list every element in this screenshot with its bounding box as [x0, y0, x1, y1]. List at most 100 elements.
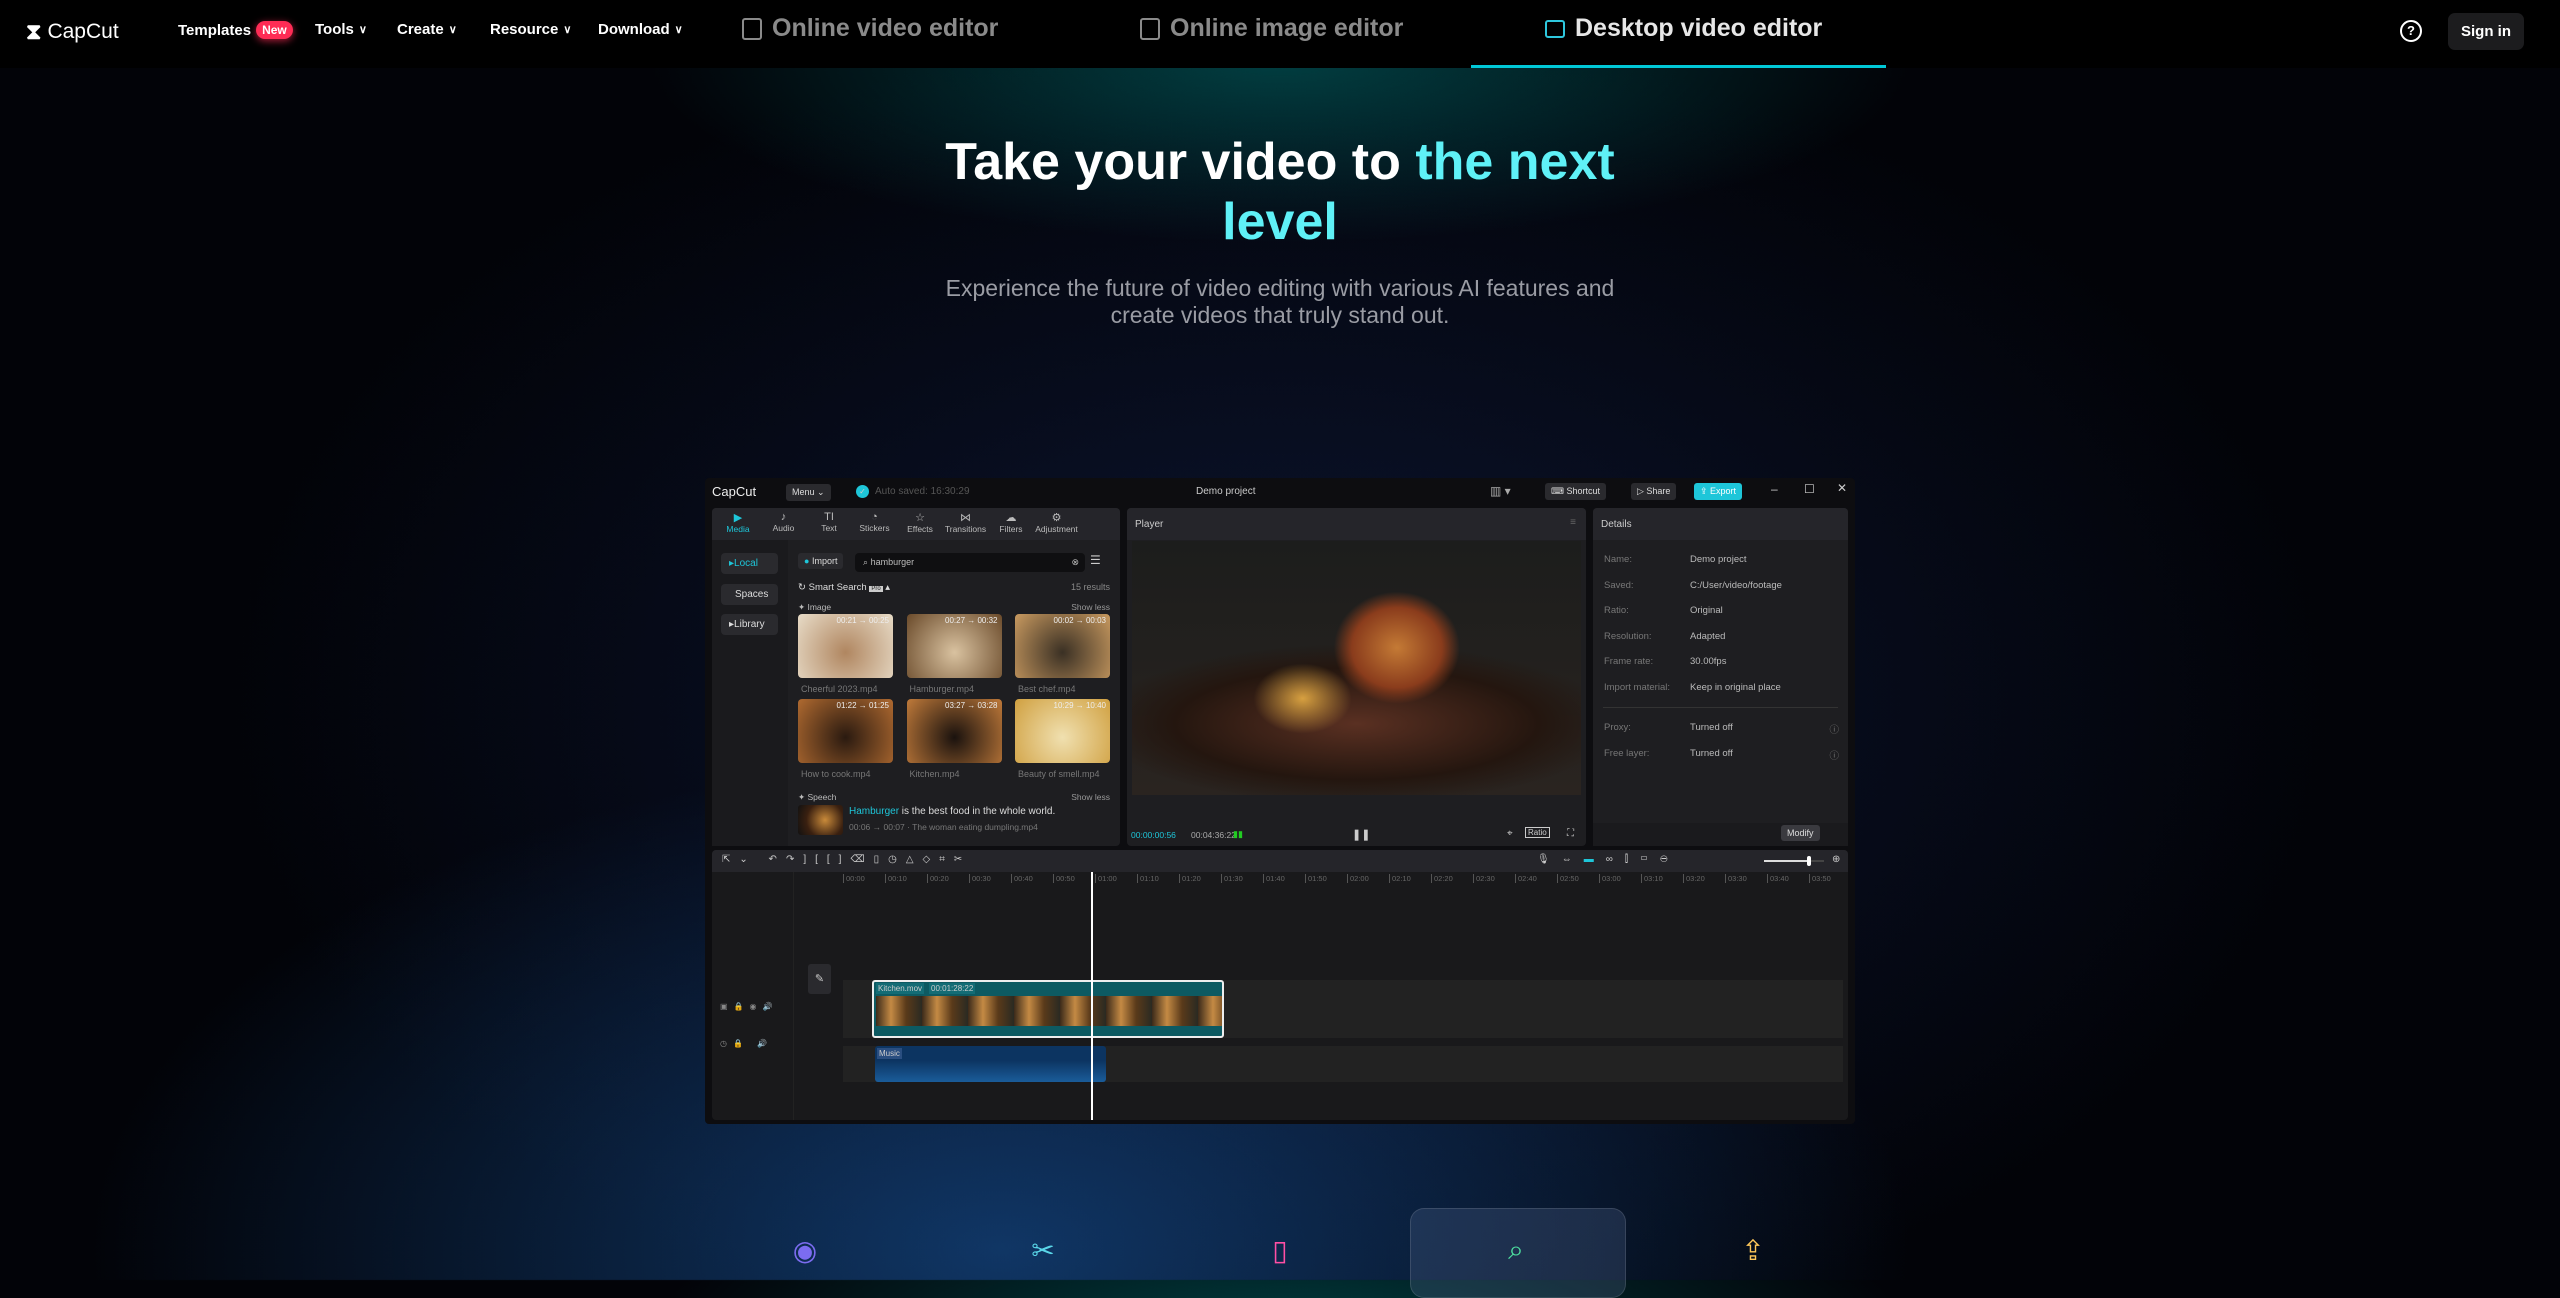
split-icon: ][ [803, 854, 827, 865]
menu-button[interactable]: Menu ⌄ [786, 484, 831, 501]
tool-filters-icon: ☁ [1005, 512, 1017, 524]
zoom-in-icon[interactable]: ⊕ [1832, 854, 1840, 865]
tab-online-image-editor[interactable]: Online image editor [1140, 14, 1403, 43]
media-thumbnail[interactable]: 00:21 → 00:25 [798, 614, 893, 678]
info-icon[interactable]: ⓘ [1829, 748, 1839, 762]
side-local[interactable]: ▸ Local [721, 553, 778, 574]
divider [1603, 707, 1838, 708]
video-clip[interactable]: Kitchen.mov 00:01:28:22 [872, 980, 1224, 1038]
select-tool-icon: ⇱⌄ [722, 854, 757, 865]
ruler-tick-label: 03:30 [1725, 874, 1747, 883]
import-button[interactable]: ● Import [798, 553, 844, 569]
speech-meta: 00:06 → 00:07 · The woman eating dumplin… [849, 822, 1038, 832]
audio-track-controls[interactable]: ◷🔒 🔊 [720, 1039, 773, 1048]
ruler-tick-label: 01:10 [1137, 874, 1159, 883]
show-less-image[interactable]: Show less [1071, 602, 1110, 612]
tool-tab-text[interactable]: TI Text [807, 511, 851, 533]
search-input[interactable]: ⌕ hamburger ⊗ [855, 553, 1085, 572]
fullscreen-icon[interactable]: ⛶ [1567, 828, 1574, 839]
media-thumbnail[interactable]: 01:22 → 01:25 [798, 699, 893, 763]
info-icon[interactable]: ⓘ [1829, 722, 1839, 736]
tool-media-icon: ▶ [733, 512, 743, 524]
ruler-tick-label: 02:20 [1431, 874, 1453, 883]
media-thumbnail[interactable]: 00:27 → 00:32 [906, 614, 1002, 678]
player-menu-icon[interactable]: ≡ [1570, 517, 1576, 528]
media-thumbnail[interactable]: 10:29 → 10:40 [1015, 699, 1110, 763]
speech-thumbnail[interactable] [798, 805, 843, 835]
timeline-toolbar[interactable]: ⇱⌄ ↶↷][[]⌫▯◷△◇⌗✂ [722, 854, 971, 865]
layout-icon[interactable]: ▥ ▾ [1490, 484, 1511, 498]
nav-create[interactable]: Create ∨ [397, 21, 457, 38]
laptop-upload-icon[interactable]: ⇪ [1738, 1234, 1768, 1270]
edit-cover-button[interactable]: ✎ [808, 964, 831, 994]
modify-button[interactable]: Modify [1781, 825, 1820, 841]
clip-duration: 00:01:28:22 [929, 983, 976, 994]
tool-tab-adjustment[interactable]: ⚙ Adjustment [1035, 511, 1079, 534]
tab-online-video-editor[interactable]: Online video editor [742, 14, 998, 43]
smart-search[interactable]: ↻ Smart Search Pro ▴ [798, 582, 890, 593]
pause-icon[interactable]: ❚❚ [1352, 828, 1370, 841]
video-preview[interactable] [1132, 541, 1581, 795]
export-button[interactable]: ⇪ Export [1694, 483, 1743, 500]
music-label: Music [877, 1048, 902, 1059]
speech-text[interactable]: Hamburger is the best food in the whole … [849, 806, 1055, 817]
side-spaces[interactable]: Spaces [721, 584, 778, 605]
ruler-tick-label: 03:20 [1683, 874, 1705, 883]
clear-icon[interactable]: ⊗ [1071, 557, 1079, 568]
help-icon[interactable]: ? [2400, 20, 2422, 42]
playhead[interactable] [1091, 872, 1093, 1120]
show-less-speech[interactable]: Show less [1071, 792, 1110, 802]
timeline-panel: ⇱⌄ ↶↷][[]⌫▯◷△◇⌗✂ 🎙⇔▬∞⫿▭⊖ ⊕ 00:00 00:10 00:… [712, 850, 1848, 1120]
player-panel: Player ≡ 00:00:00:56 00:04:36:22 ▮▮ ❚❚ ⌖… [1127, 508, 1586, 846]
sign-in-button[interactable]: Sign in [2448, 13, 2524, 50]
tool-tab-transitions[interactable]: ⋈ Transitions [944, 511, 988, 534]
detail-row: Proxy: Turned off ⓘ [1604, 722, 1839, 736]
capcut-logo[interactable]: ⧗ CapCut [26, 19, 119, 45]
music-clip[interactable]: Music [875, 1046, 1106, 1082]
voice-icon[interactable]: ◉ [790, 1234, 820, 1270]
nav-tools[interactable]: Tools ∨ [315, 21, 367, 38]
ruler-tick-label: 03:50 [1809, 874, 1831, 883]
video-cut-icon[interactable]: ✂ [1028, 1234, 1058, 1270]
image-icon [1140, 17, 1160, 40]
side-library[interactable]: ▸ Library [721, 614, 778, 635]
shortcut-button[interactable]: ⌨ Shortcut [1545, 483, 1607, 500]
media-thumbnail[interactable]: 00:02 → 00:03 [1015, 614, 1110, 678]
hero-title: Take your video to the next [945, 133, 1615, 191]
tool-tab-audio[interactable]: ♪ Audio [762, 511, 806, 533]
monitor-icon [1545, 19, 1565, 38]
share-button[interactable]: ▷ Share [1631, 483, 1677, 500]
frame-icon[interactable]: ▯ [1265, 1234, 1295, 1270]
tool-tab-effects[interactable]: ☆ Effects [898, 511, 942, 534]
zoom-fit-icon[interactable]: ⌖ [1507, 828, 1513, 839]
nav-templates[interactable]: Templates New [178, 21, 293, 39]
folder-search-icon[interactable]: ⌕ [1501, 1234, 1531, 1270]
ruler-tick-label: 02:10 [1389, 874, 1411, 883]
nav-resource[interactable]: Resource ∨ [490, 21, 571, 38]
video-track-controls[interactable]: ▣🔒◉🔊 [720, 1002, 778, 1011]
tool-audio-icon: ♪ [780, 511, 787, 523]
list-menu-icon[interactable]: ☰ [1090, 553, 1101, 567]
tool-tab-filters[interactable]: ☁ Filters [989, 511, 1033, 534]
clip-name: Kitchen.mov [876, 983, 925, 994]
tool-stickers-icon: ◔ [871, 511, 878, 523]
maximize-icon[interactable]: ☐ [1804, 482, 1815, 496]
close-icon[interactable]: ✕ [1837, 481, 1847, 495]
tool-tab-media[interactable]: ▶ Media [716, 511, 760, 534]
redo-icon: ↷ [785, 854, 804, 865]
ruler-tick-label: 00:40 [1011, 874, 1033, 883]
tab-desktop-video-editor[interactable]: Desktop video editor [1545, 14, 1822, 43]
tool-tab-stickers[interactable]: ◔ Stickers [853, 511, 897, 533]
ruler-tick-label: 01:30 [1221, 874, 1243, 883]
zoom-slider[interactable] [1764, 856, 1824, 866]
time-ruler[interactable]: 00:00 00:10 00:20 00:30 00:40 00:50 01:00 01:10… [843, 874, 1843, 886]
ratio-button[interactable]: Ratio [1525, 827, 1550, 838]
minimize-icon[interactable]: – [1771, 482, 1778, 496]
nav-download[interactable]: Download ∨ [598, 21, 683, 38]
ruler-tick-label: 00:30 [969, 874, 991, 883]
speed-icon: ◷ [888, 854, 906, 865]
media-thumbnail[interactable]: 03:27 → 03:28 [906, 699, 1002, 763]
ruler-tick-label: 01:40 [1263, 874, 1285, 883]
pro-cut-icon: ✂ [953, 854, 972, 865]
timeline-right-tools[interactable]: 🎙⇔▬∞⫿▭⊖ [1537, 854, 1680, 865]
